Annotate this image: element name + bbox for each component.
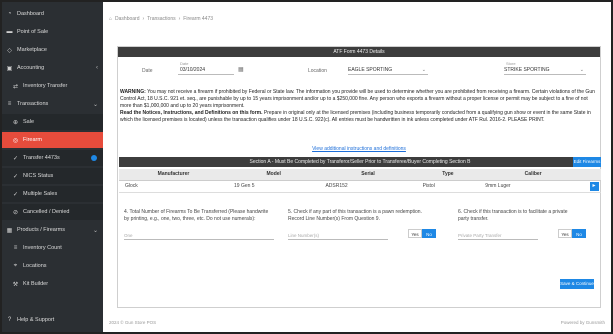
question-5: 5. Check if any part of this transaction… xyxy=(288,209,422,222)
sidebar-item-firearm[interactable]: ◎ Firearm xyxy=(2,132,103,148)
cart-icon: ⊕ xyxy=(12,119,19,126)
private-yes-no: Yes No xyxy=(558,229,586,238)
breadcrumb-home[interactable]: Dashboard xyxy=(115,16,139,22)
sidebar-item-pos[interactable]: ▬ Point of Sale xyxy=(2,24,103,40)
sidebar-item-dashboard[interactable]: ◔ Dashboard xyxy=(2,6,103,22)
chevron-down-icon: ⌄ xyxy=(421,67,426,73)
sidebar-item-sale[interactable]: ⊕ Sale xyxy=(2,114,103,130)
sidebar-item-transactions[interactable]: ≡ Transactions ⌄ xyxy=(2,96,103,112)
cash-register-icon: ▬ xyxy=(6,29,13,35)
date-field[interactable]: 03/10/2024 xyxy=(178,65,234,75)
chevron-down-icon: ⌄ xyxy=(579,67,584,73)
pawn-no-button[interactable]: No xyxy=(422,229,436,238)
question-6: 6. Check if this transaction is to facil… xyxy=(458,209,568,222)
save-continue-button[interactable]: Save & Continue xyxy=(560,279,594,289)
pawn-line-input[interactable]: Line Number(s) xyxy=(288,231,388,240)
sidebar-item-inventory-transfer[interactable]: ⇄ Inventory Transfer xyxy=(2,78,103,94)
table-row[interactable]: Glock 19 Gen 5 ADSR152 Pistol 9mm Luger … xyxy=(119,180,601,193)
edit-firearms-button[interactable]: Edit Firearms xyxy=(573,157,601,167)
store-select[interactable]: STRIKE SPORTING ⌄ xyxy=(504,65,586,75)
check-icon: ✓ xyxy=(12,155,19,162)
location-select[interactable]: EAGLE SPORTING ⌄ xyxy=(348,65,428,75)
total-firearms-input[interactable]: One xyxy=(124,231,274,240)
col-caliber: Caliber xyxy=(479,169,587,181)
bank-icon: ▣ xyxy=(6,65,13,72)
sidebar-item-products[interactable]: ▦ Products / Firearms ⌄ xyxy=(2,222,103,238)
wrench-icon: ⚒ xyxy=(12,281,19,288)
sidebar-item-inventory-count[interactable]: ≡ Inventory Count xyxy=(2,240,103,256)
sidebar-item-help[interactable]: ? Help & Support xyxy=(2,312,103,328)
breadcrumb-parent[interactable]: Transactions xyxy=(147,16,175,22)
footer-powered: Powered by Gunsmith xyxy=(560,320,605,325)
breadcrumb-current: Firearm 4473 xyxy=(183,16,214,22)
sidebar-item-kit-builder[interactable]: ⚒ Kit Builder xyxy=(2,276,103,292)
form-panel: ATF Form 4473 Details Date Date 03/10/20… xyxy=(117,46,601,308)
target-icon: ◎ xyxy=(12,137,19,144)
sidebar-item-multiple-sales[interactable]: ✓ Multiple Sales xyxy=(2,186,103,202)
col-serial: Serial xyxy=(319,169,417,181)
question-4: 4. Total Number of Firearms To Be Transf… xyxy=(124,209,269,222)
check-icon: ✓ xyxy=(12,191,19,198)
check-icon: ✓ xyxy=(12,173,19,180)
pawn-yes-button[interactable]: Yes xyxy=(408,229,422,238)
chevron-down-icon: ⌄ xyxy=(92,101,98,108)
box-icon: ▦ xyxy=(6,227,13,234)
sidebar-item-cancelled[interactable]: ⊘ Cancelled / Denied xyxy=(2,204,103,220)
sidebar-item-accounting[interactable]: ▣ Accounting ‹ xyxy=(2,60,103,76)
col-model: Model xyxy=(228,169,320,181)
calendar-icon[interactable]: ▦ xyxy=(238,66,244,73)
footer-copyright: 2024 © Gun Store POS xyxy=(109,320,157,325)
col-manufacturer: Manufacturer xyxy=(119,169,229,181)
section-a-bar: Section A - Must Be Completed by Transfe… xyxy=(119,157,601,167)
pin-icon: ⌖ xyxy=(13,262,18,269)
sidebar-item-nics-status[interactable]: ✓ NICS Status xyxy=(2,168,103,184)
chevron-down-icon: ⌄ xyxy=(92,227,98,234)
notification-dot xyxy=(91,155,97,161)
main-content: ⌂ Dashboard › Transactions › Firearm 447… xyxy=(103,2,611,332)
col-type: Type xyxy=(416,169,480,181)
sidebar-item-marketplace[interactable]: ◇ Marketplace xyxy=(2,42,103,58)
app-frame: ◔ Dashboard ▬ Point of Sale ◇ Marketplace ▣… xyxy=(0,0,613,334)
warning-notice: WARNING: You may not receive a firearm i… xyxy=(120,89,595,123)
list-icon: ≡ xyxy=(13,245,18,251)
gauge-icon: ◔ xyxy=(7,11,12,17)
pawn-yes-no: Yes No xyxy=(408,229,436,238)
row-action-button[interactable]: ▸ xyxy=(589,181,599,191)
home-icon: ⌂ xyxy=(109,16,113,22)
list-icon: ≡ xyxy=(7,101,12,107)
breadcrumb: ⌂ Dashboard › Transactions › Firearm 447… xyxy=(109,16,214,22)
private-no-button[interactable]: No xyxy=(572,229,586,238)
firearms-table: Manufacturer Model Serial Type Caliber G… xyxy=(119,169,601,193)
form-title: ATF Form 4473 Details xyxy=(118,47,600,57)
ban-icon: ⊘ xyxy=(12,209,19,216)
sidebar: ◔ Dashboard ▬ Point of Sale ◇ Marketplace ▣… xyxy=(2,2,103,332)
private-yes-button[interactable]: Yes xyxy=(558,229,572,238)
transfer-icon: ⇄ xyxy=(12,83,19,90)
private-transfer-input[interactable]: Private Party Transfer xyxy=(458,231,538,240)
date-label: Date xyxy=(142,68,153,74)
sidebar-item-locations[interactable]: ⌖ Locations xyxy=(2,258,103,274)
sidebar-item-transfer-4473[interactable]: ✓ Transfer 4473s xyxy=(2,150,103,166)
instructions-link[interactable]: View additional instructions and definit… xyxy=(118,146,600,152)
help-icon: ? xyxy=(7,317,12,323)
tag-icon: ◇ xyxy=(7,47,12,54)
location-label: Location xyxy=(308,68,327,74)
chevron-left-icon: ‹ xyxy=(96,65,98,71)
